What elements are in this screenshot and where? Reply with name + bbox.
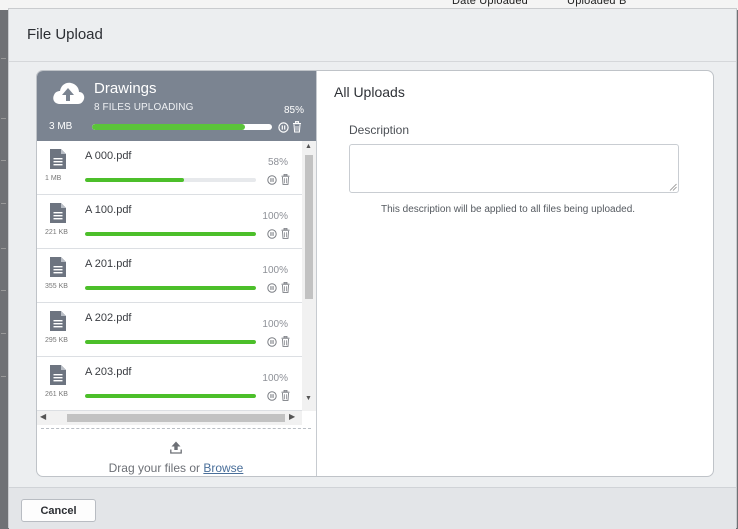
trash-icon[interactable] [281,172,290,189]
description-label: Description [349,123,410,137]
scroll-down-arrow-icon[interactable]: ▼ [305,395,312,402]
resize-handle-icon[interactable] [669,183,677,191]
file-size: 355 KB [45,283,68,290]
file-controls [266,388,290,406]
file-progress-bar [85,178,256,182]
file-name: A 203.pdf [85,366,132,378]
document-icon [50,203,66,228]
all-uploads-title: All Uploads [334,84,405,100]
file-name: A 201.pdf [85,258,132,270]
trash-icon[interactable] [292,120,302,138]
pause-icon[interactable] [266,280,277,297]
file-row[interactable]: A 201.pdf 355 KB 100% [37,249,302,303]
file-controls [266,226,290,244]
upload-icon [170,441,182,454]
file-size: 261 KB [45,391,68,398]
pause-icon[interactable] [266,172,277,189]
group-percent: 85% [283,105,304,116]
file-progress-bar [85,340,256,344]
file-name: A 000.pdf [85,150,132,162]
pause-icon[interactable] [278,120,289,138]
dropzone-text: Drag your files or Browse [41,461,311,475]
horizontal-scroll-thumb[interactable] [67,414,285,422]
file-progress-fill [85,340,256,344]
file-row[interactable]: A 000.pdf 1 MB 58% [37,141,302,195]
upload-queue: Drawings 8 FILES UPLOADING 85% 3 MB A 00… [37,71,317,476]
dialog-title: File Upload [27,26,103,43]
upload-details: All Uploads Description This description… [317,71,713,476]
pause-icon[interactable] [266,334,277,351]
dialog-footer: Cancel [9,487,736,529]
file-upload-dialog: File Upload Drawings 8 FILES UPLOADING 8… [8,8,737,529]
file-controls [266,172,290,190]
group-progress-fill [92,124,245,130]
document-icon [50,257,66,282]
trash-icon[interactable] [281,334,290,351]
scroll-right-arrow-icon[interactable]: ▶ [289,412,295,421]
upload-panel: Drawings 8 FILES UPLOADING 85% 3 MB A 00… [36,70,714,477]
file-size: 295 KB [45,337,68,344]
document-icon [50,149,66,174]
document-icon [50,365,66,390]
trash-icon[interactable] [281,388,290,405]
file-percent: 100% [262,211,288,222]
dropzone-label: Drag your files or [108,461,200,475]
file-list: A 000.pdf 1 MB 58% A 100.pdf 221 KB 100% A 2… [37,141,302,425]
file-progress-bar [85,394,256,398]
file-name: A 100.pdf [85,204,132,216]
pause-icon[interactable] [266,388,277,405]
file-progress-bar [85,232,256,236]
file-row[interactable]: A 203.pdf 261 KB 100% [37,357,302,411]
file-percent: 100% [262,265,288,276]
file-row[interactable]: A 202.pdf 295 KB 100% [37,303,302,357]
file-size: 221 KB [45,229,68,236]
file-progress-fill [85,394,256,398]
pause-icon[interactable] [266,226,277,243]
file-controls [266,334,290,352]
trash-icon[interactable] [281,226,290,243]
group-name: Drawings [94,80,157,97]
vertical-scrollbar[interactable]: ▲ ▼ [302,141,316,411]
file-row[interactable]: A 100.pdf 221 KB 100% [37,195,302,249]
file-progress-fill [85,178,185,182]
file-progress-bar [85,286,256,290]
file-percent: 100% [262,373,288,384]
cloud-upload-icon [53,82,85,104]
document-icon [50,311,66,336]
vertical-scroll-thumb[interactable] [305,155,313,299]
title-divider [9,61,736,62]
upload-group-header[interactable]: Drawings 8 FILES UPLOADING 85% 3 MB [37,71,316,141]
file-percent: 100% [262,319,288,330]
group-progress-bar [92,124,272,130]
description-field[interactable] [349,144,679,193]
background-text: Date Uploaded Uploaded B [452,0,627,7]
file-progress-fill [85,232,256,236]
group-status: 8 FILES UPLOADING [94,102,194,113]
cancel-button[interactable]: Cancel [21,499,96,522]
horizontal-scrollbar[interactable]: ◀ ▶ [37,411,302,425]
file-controls [266,280,290,298]
file-progress-fill [85,286,256,290]
description-hint: This description will be applied to all … [381,204,636,215]
browse-link[interactable]: Browse [203,461,243,475]
scroll-left-arrow-icon[interactable]: ◀ [40,412,46,421]
scroll-up-arrow-icon[interactable]: ▲ [305,143,312,150]
file-name: A 202.pdf [85,312,132,324]
file-dropzone[interactable]: Drag your files or Browse [41,428,311,475]
file-percent: 58% [267,157,288,168]
file-size: 1 MB [45,175,62,182]
group-size: 3 MB [49,121,73,132]
trash-icon[interactable] [281,280,290,297]
background-edge [0,0,8,529]
